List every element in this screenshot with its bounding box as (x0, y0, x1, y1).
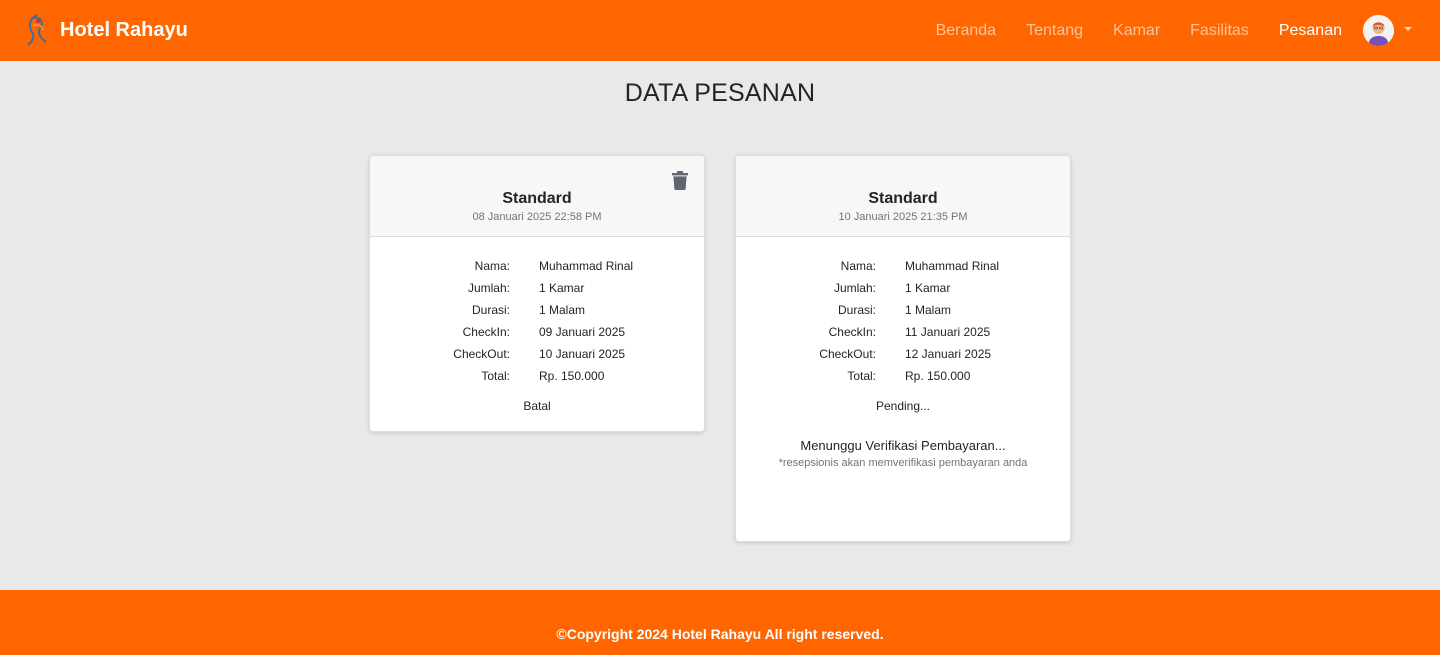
brand-link[interactable]: Hotel Rahayu (24, 12, 188, 48)
nav-links: Beranda Tentang Kamar Fasilitas Pesanan (906, 0, 1342, 61)
order-field-row: Total: Rp. 150.000 (370, 365, 704, 387)
order-field-row: Jumlah: 1 Kamar (370, 277, 704, 299)
brand-name: Hotel Rahayu (60, 18, 188, 41)
field-value-jumlah: 1 Kamar (539, 281, 585, 295)
field-value-checkin: 11 Januari 2025 (905, 325, 991, 339)
page-title: DATA PESANAN (624, 79, 816, 107)
nav-link-pesanan[interactable]: Pesanan (1279, 22, 1342, 40)
order-date: 10 Januari 2025 21:35 PM (838, 211, 968, 223)
field-label-jumlah: Jumlah: (833, 281, 876, 295)
order-field-row: CheckOut: 12 Januari 2025 (736, 343, 1070, 365)
verification-note: *resepsionis akan memverifikasi pembayar… (778, 457, 1028, 469)
field-label-durasi: Durasi: (837, 303, 876, 317)
field-value-nama: Muhammad Rinal (539, 259, 634, 273)
field-label-checkout: CheckOut: (819, 347, 876, 361)
nav-link-tentang[interactable]: Tentang (1026, 22, 1083, 40)
order-status: Pending... (875, 399, 931, 413)
field-value-jumlah: 1 Kamar (905, 281, 951, 295)
user-avatar-icon (1363, 15, 1394, 46)
field-value-durasi: 1 Malam (539, 303, 586, 317)
field-value-checkout: 12 Januari 2025 (905, 347, 992, 361)
order-field-row: Total: Rp. 150.000 (736, 365, 1070, 387)
nav-link-kamar[interactable]: Kamar (1113, 22, 1160, 40)
field-label-checkout: CheckOut: (453, 347, 510, 361)
order-card-header: Standard 08 Januari 2025 22:58 PM (370, 156, 704, 237)
field-label-durasi: Durasi: (471, 303, 510, 317)
footer-copyright: ©Copyright 2024 Hotel Rahayu All right r… (556, 626, 884, 642)
field-label-nama: Nama: (840, 259, 876, 273)
field-label-total: Total: (847, 369, 876, 383)
room-type: Standard (502, 190, 572, 207)
field-value-checkin: 09 Januari 2025 (539, 325, 626, 339)
user-dropdown-toggle[interactable] (1363, 15, 1412, 46)
order-field-row: CheckOut: 10 Januari 2025 (370, 343, 704, 365)
room-type: Standard (868, 190, 938, 207)
order-card: Standard 10 Januari 2025 21:35 PM Nama: … (735, 155, 1071, 542)
field-value-nama: Muhammad Rinal (905, 259, 1000, 273)
order-field-row: Nama: Muhammad Rinal (370, 255, 704, 277)
nav-link-beranda[interactable]: Beranda (936, 22, 997, 40)
field-label-checkin: CheckIn: (462, 325, 510, 339)
order-card-body: Nama: Muhammad Rinal Jumlah: 1 Kamar Dur… (370, 237, 704, 413)
nav-link-fasilitas[interactable]: Fasilitas (1190, 22, 1249, 40)
field-label-checkin: CheckIn: (828, 325, 876, 339)
order-card-body: Nama: Muhammad Rinal Jumlah: 1 Kamar Dur… (736, 237, 1070, 469)
order-field-row: Jumlah: 1 Kamar (736, 277, 1070, 299)
field-label-total: Total: (481, 369, 510, 383)
field-value-total: Rp. 150.000 (905, 369, 971, 383)
field-label-nama: Nama: (474, 259, 510, 273)
order-field-row: Durasi: 1 Malam (370, 299, 704, 321)
field-value-checkout: 10 Januari 2025 (539, 347, 626, 361)
order-field-row: CheckIn: 09 Januari 2025 (370, 321, 704, 343)
field-value-durasi: 1 Malam (905, 303, 952, 317)
trash-icon[interactable] (671, 171, 689, 190)
field-value-total: Rp. 150.000 (539, 369, 605, 383)
order-date: 08 Januari 2025 22:58 PM (472, 211, 602, 223)
navbar: Hotel Rahayu Beranda Tentang Kamar Fasil… (0, 0, 1440, 61)
order-field-row: Nama: Muhammad Rinal (736, 255, 1070, 277)
hotel-logo-icon (27, 14, 47, 46)
order-card-header: Standard 10 Januari 2025 21:35 PM (736, 156, 1070, 237)
order-field-row: CheckIn: 11 Januari 2025 (736, 321, 1070, 343)
field-label-jumlah: Jumlah: (467, 281, 510, 295)
footer: ©Copyright 2024 Hotel Rahayu All right r… (0, 590, 1440, 655)
order-status: Batal (523, 399, 551, 413)
order-card: Standard 08 Januari 2025 22:58 PM Nama: … (369, 155, 705, 432)
order-field-row: Durasi: 1 Malam (736, 299, 1070, 321)
verification-title: Menunggu Verifikasi Pembayaran... (800, 438, 1006, 453)
caret-down-icon (1404, 26, 1412, 31)
